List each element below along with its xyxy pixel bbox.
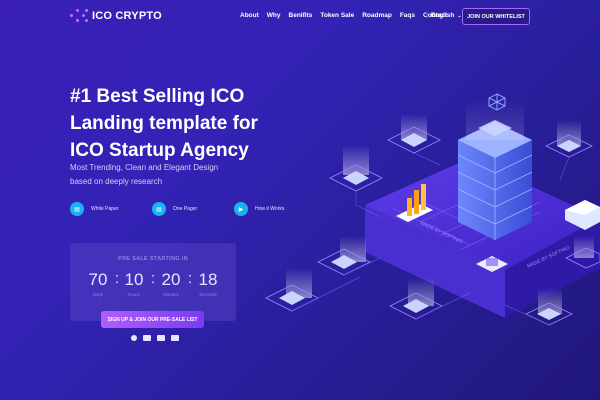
node-mid-left [317, 236, 371, 276]
payment-icons [131, 335, 179, 341]
countdown-minutes-label: Minutes [163, 292, 179, 297]
site-logo[interactable]: ICO CRYPTO [70, 9, 162, 23]
how-it-works-label: How it Works [255, 206, 285, 212]
countdown-hours: 10 [124, 270, 144, 289]
ethereum-icon [143, 335, 151, 341]
one-pager-label: One Pager [173, 206, 198, 212]
nav-item-about[interactable]: About [240, 12, 259, 19]
logo-network-icon [70, 9, 88, 23]
countdown-separator: : [188, 270, 193, 287]
join-whitelist-button[interactable]: JOIN OUR WHITELIST [462, 8, 530, 25]
language-select[interactable]: | English ⌄ [426, 12, 462, 19]
logo-text: ICO CRYPTO [92, 10, 162, 22]
server-tower [457, 100, 533, 240]
hero-title: #1 Best Selling ICO Landing template for… [70, 83, 300, 164]
landing-page: MADE BY SOFTNIO MADE BY SOFTNIO ICO CRYP… [0, 0, 600, 400]
presale-title: PRE SALE STARTING IN [118, 256, 188, 262]
card-icon [171, 335, 179, 341]
hero-subtitle-line-2: based on deeply research [70, 177, 163, 186]
countdown-days: 70 [88, 270, 108, 289]
countdown-days-label: Days [92, 292, 104, 297]
page-icon: ▤ [152, 202, 166, 216]
hero-subtitle-line-1: Most Trending, Clean and Elegant Design [70, 163, 219, 172]
hero-title-line-3: ICO Startup Agency [70, 140, 249, 161]
hero-title-line-1: #1 Best Selling ICO [70, 86, 245, 107]
divider: | [426, 12, 428, 19]
white-paper-label: White Paper [91, 206, 119, 212]
visa-icon [157, 335, 165, 341]
countdown-seconds-label: Seconds [199, 292, 217, 297]
presale-signup-button[interactable]: SIGN UP & JOIN OUR PRE-SALE LIST [101, 311, 204, 328]
countdown-seconds: 18 [198, 270, 218, 289]
one-pager-link[interactable]: ▤ One Pager [152, 202, 234, 216]
hero-title-line-2: Landing template for [70, 113, 258, 134]
nav-item-faqs[interactable]: Faqs [400, 12, 415, 19]
main-nav: About Why Benifits Token Sale Roadmap Fa… [240, 12, 447, 19]
play-icon: ▶ [234, 202, 248, 216]
nav-item-benefits[interactable]: Benifits [289, 12, 313, 19]
nav-item-roadmap[interactable]: Roadmap [362, 12, 392, 19]
isometric-illustration: MADE BY SOFTNIO MADE BY SOFTNIO [265, 93, 600, 326]
node-top-mid [387, 114, 441, 154]
how-it-works-link[interactable]: ▶ How it Works [234, 202, 316, 216]
countdown-hours-label: Hours [127, 292, 140, 297]
nav-item-why[interactable]: Why [267, 12, 281, 19]
chevron-down-icon: ⌄ [457, 12, 462, 19]
node-top-right [545, 120, 593, 158]
hero-subtitle: Most Trending, Clean and Elegant Design … [70, 161, 270, 189]
node-top-left [329, 145, 383, 192]
countdown-minutes: 20 [161, 270, 181, 289]
hero-links: ▤ White Paper ▤ One Pager ▶ How it Works [70, 202, 316, 216]
node-bottom-left [265, 268, 319, 312]
document-icon: ▤ [70, 202, 84, 216]
countdown-separator: : [151, 270, 156, 287]
bitcoin-icon [131, 335, 137, 341]
language-label: English [430, 12, 455, 19]
white-paper-link[interactable]: ▤ White Paper [70, 202, 152, 216]
nav-item-token-sale[interactable]: Token Sale [320, 12, 354, 19]
